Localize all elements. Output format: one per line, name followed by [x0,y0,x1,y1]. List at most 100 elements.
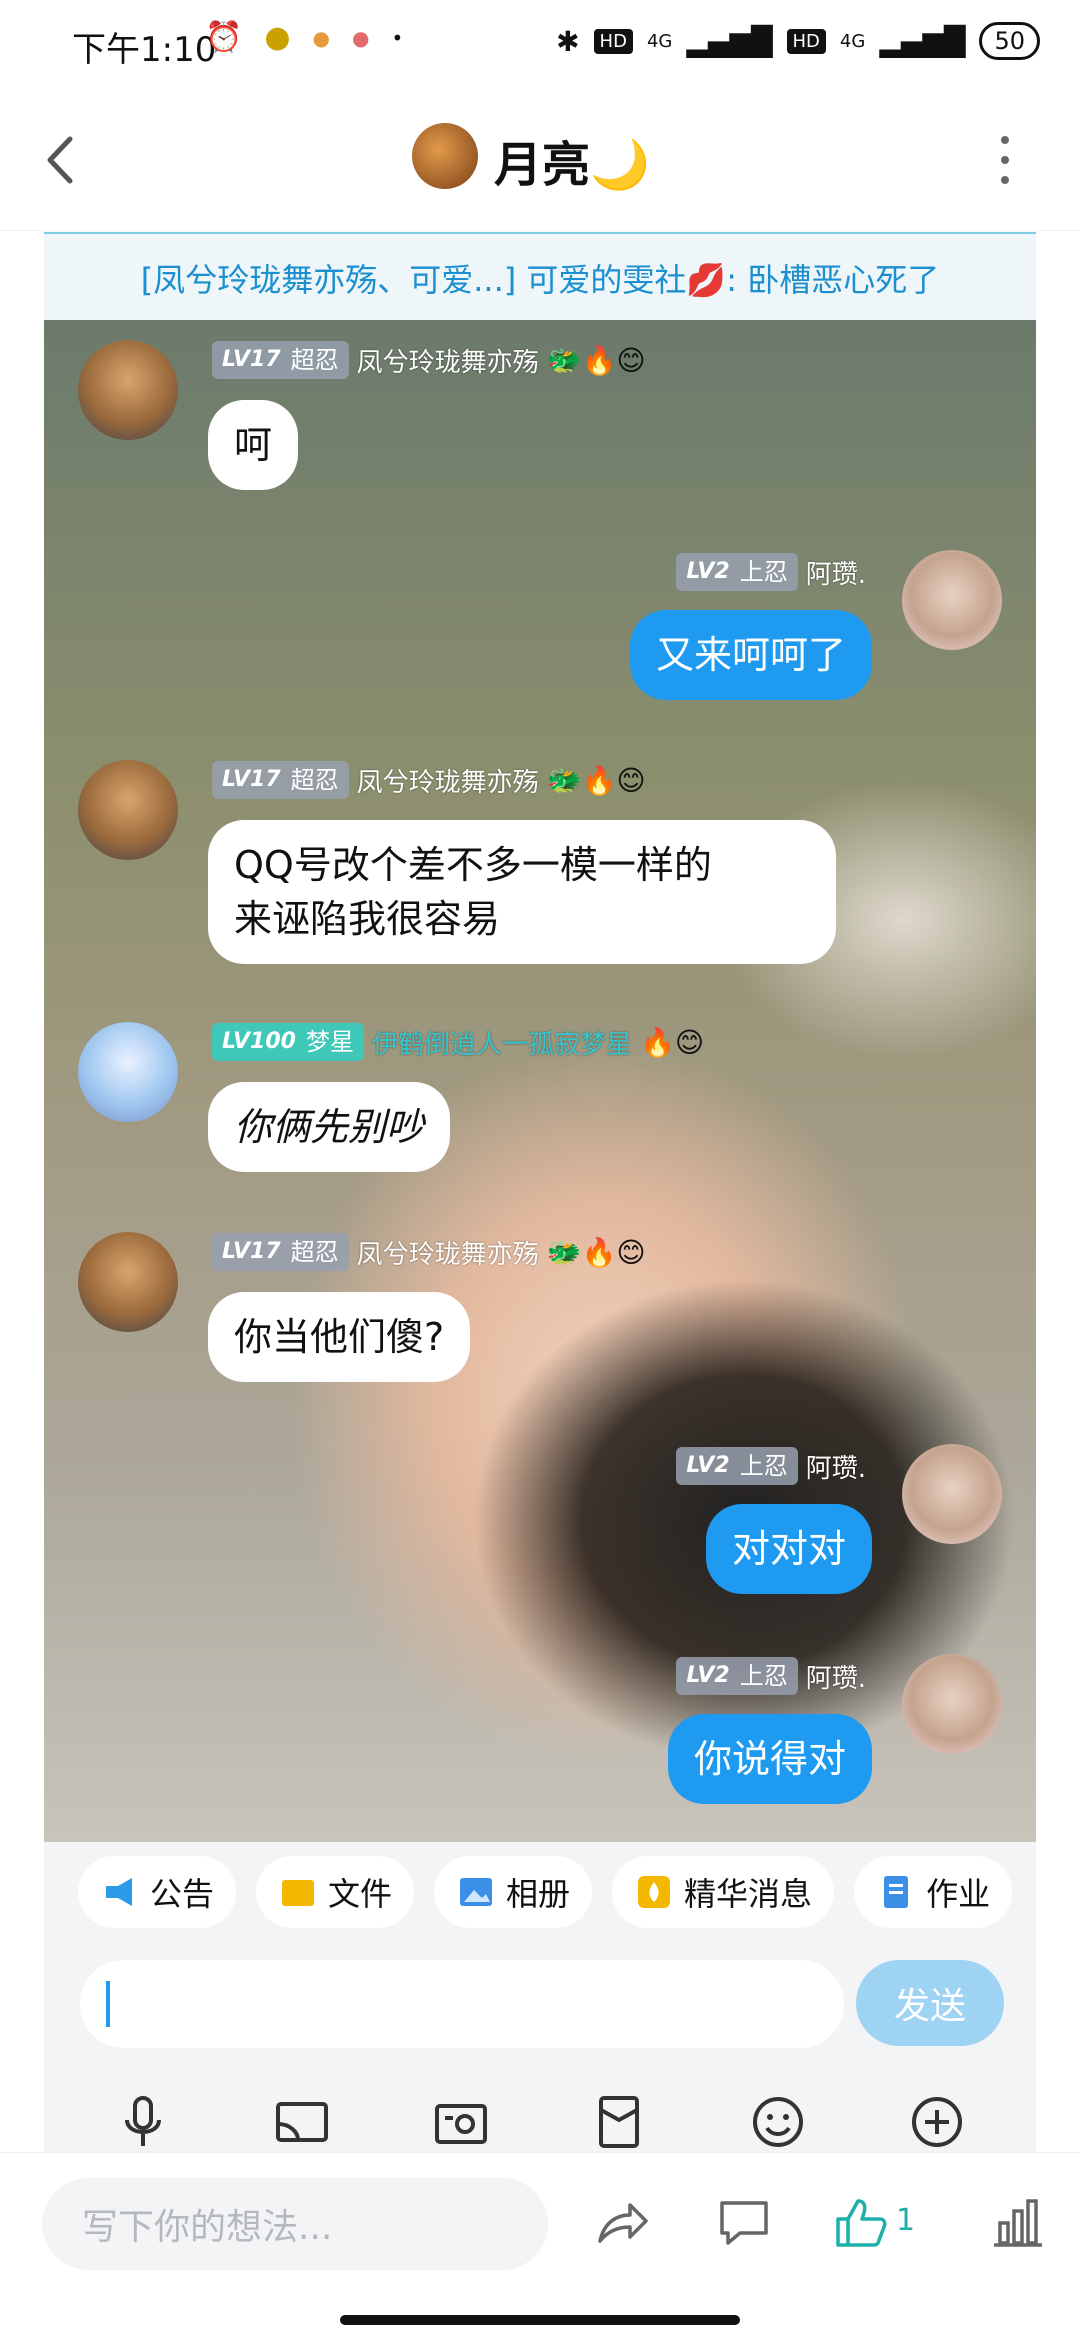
plus-icon[interactable] [907,2092,967,2152]
message-bubble[interactable]: QQ号改个差不多一模一样的 来诬陷我很容易 [208,820,836,964]
dot-icon [1001,176,1009,184]
home-indicator[interactable] [340,2315,740,2325]
chip-label: 精华消息 [684,1875,813,1913]
album-chip[interactable]: 相册 [434,1856,593,1928]
sender-avatar[interactable] [902,1654,1002,1754]
level-badge: LV17 超忍 [212,1233,349,1271]
message-input[interactable] [80,1960,844,2048]
sender-name[interactable]: 凤兮玲珑舞亦殇 [357,762,539,799]
level-badge: LV100 梦星 [212,1023,364,1061]
latest-message-ticker[interactable]: [凤兮玲珑舞亦殇、可爱...] 可爱的雯社💋: 卧槽恶心死了 [44,232,1036,322]
level-badge: LV2 上忍 [676,1657,798,1695]
level-badge: LV17 超忍 [212,761,349,799]
member-title-emojis: 🐲🔥😊 [546,343,646,377]
level-badge: LV2 上忍 [676,1447,798,1485]
member-title-emojis: 🐲🔥😊 [546,1235,646,1269]
status-time: 下午1:10 [72,30,217,70]
level-badge: LV17 超忍 [212,341,349,379]
comment-input[interactable]: 写下你的想法... [42,2178,548,2270]
homework-chip[interactable]: 作业 [854,1856,1013,1928]
screen-cast-icon[interactable] [272,2092,332,2152]
like-count: 1 [896,2203,916,2238]
message-meta: LV17 超忍 凤兮玲珑舞亦殇 🐲🔥😊 [212,760,646,800]
app-notification-icon: ● [352,25,370,50]
back-button[interactable] [40,125,100,195]
sender-name[interactable]: 凤兮玲珑舞亦殇 [357,1234,539,1271]
message-bubble[interactable]: 呵 [208,400,299,490]
dot-icon [1001,136,1009,144]
message-composer: 发送 [44,1942,1036,2062]
status-bar: 下午1:10 ⏰ ● ● ● • ✱ HD 4G ▂▄▆█ HD 4G ▂▄▆█… [0,0,1080,95]
group-avatar[interactable] [412,123,478,189]
bluetooth-icon: ✱ [556,24,580,58]
level-badge: LV2 上忍 [676,553,798,591]
signal-icon: ▂▄▆█ [686,24,773,58]
more-options-button[interactable] [990,130,1020,190]
post-action-bar: 写下你的想法... 1 [0,2152,1080,2341]
text-caret [106,1981,110,2027]
essence-messages-chip[interactable]: 精华消息 [612,1856,835,1928]
status-system-icons: ✱ HD 4G ▂▄▆█ HD 4G ▂▄▆█ 50 [556,22,1040,60]
dot-icon [1001,156,1009,164]
page-title: 月亮🌙 [494,137,650,193]
member-title-emojis: 🐲🔥😊 [546,763,646,797]
folder-icon [282,1880,315,1906]
app-notification-icon: ● [312,25,330,50]
message-bubble[interactable]: 你当他们傻? [208,1292,471,1382]
red-packet-icon[interactable] [589,2092,649,2152]
message-bubble[interactable]: 又来呵呵了 [629,610,872,700]
sender-avatar[interactable] [78,760,178,860]
sender-avatar[interactable] [78,340,178,440]
chat-background-image [44,320,1036,1842]
essence-icon [638,1876,671,1908]
like-icon[interactable] [830,2193,890,2253]
battery-indicator: 50 [979,22,1040,60]
emoji-icon[interactable] [748,2092,808,2152]
network-type: 4G [646,30,673,52]
sender-name[interactable]: 阿瓒. [806,1448,866,1485]
message-meta: LV100 梦星 伊鹤倒逍人一孤寂梦星 🔥😊 [212,1022,704,1062]
message-meta: LV2 上忍 阿瓒. [676,552,866,592]
network-type: 4G [839,30,866,52]
message-meta: LV17 超忍 凤兮玲珑舞亦殇 🐲🔥😊 [212,340,646,380]
sender-avatar[interactable] [902,550,1002,650]
sender-name[interactable]: 阿瓒. [806,554,866,591]
photo-icon [460,1878,493,1906]
send-button[interactable]: 发送 [856,1960,1004,2046]
stats-icon[interactable] [988,2193,1048,2253]
sender-avatar[interactable] [902,1444,1002,1544]
message-meta: LV2 上忍 阿瓒. [676,1656,866,1696]
announcement-chip[interactable]: 公告 [78,1856,237,1928]
sender-name[interactable]: 凤兮玲珑舞亦殇 [357,342,539,379]
sender-name[interactable]: 阿瓒. [806,1658,866,1695]
message-bubble[interactable]: 你说得对 [667,1714,872,1804]
sender-avatar[interactable] [78,1022,178,1122]
message-bubble[interactable]: 对对对 [705,1504,872,1594]
message-meta: LV2 上忍 阿瓒. [676,1446,866,1486]
homework-icon [884,1876,909,1908]
comment-icon[interactable] [714,2193,774,2253]
sender-avatar[interactable] [78,1232,178,1332]
chip-label: 相册 [506,1875,571,1913]
message-meta: LV17 超忍 凤兮玲珑舞亦殇 🐲🔥😊 [212,1232,646,1272]
message-bubble[interactable]: 你俩先别吵 [208,1082,451,1172]
more-notifications-icon: • [391,25,404,50]
share-icon[interactable] [592,2193,652,2253]
member-title-emojis: 🔥😊 [639,1025,705,1059]
status-notification-icons: ⏰ ● ● ● • [205,20,403,55]
alarm-icon: ⏰ [205,20,243,55]
hd-badge: HD [786,28,826,54]
microphone-icon[interactable] [113,2092,173,2152]
hd-badge: HD [593,28,633,54]
files-chip[interactable]: 文件 [256,1856,415,1928]
sender-name[interactable]: 伊鹤倒逍人一孤寂梦星 [372,1024,632,1061]
megaphone-icon [106,1878,132,1906]
chip-label: 作业 [926,1875,991,1913]
signal-icon: ▂▄▆█ [879,24,966,58]
camera-icon[interactable] [431,2092,491,2152]
chevron-left-icon [47,136,73,184]
group-shortcuts-bar: 公告 文件 相册 精华消息 作业 [44,1842,1036,1942]
top-bar: 月亮🌙 [0,95,1080,231]
chip-label: 文件 [328,1875,393,1913]
app-notification-icon: ● [264,20,291,55]
